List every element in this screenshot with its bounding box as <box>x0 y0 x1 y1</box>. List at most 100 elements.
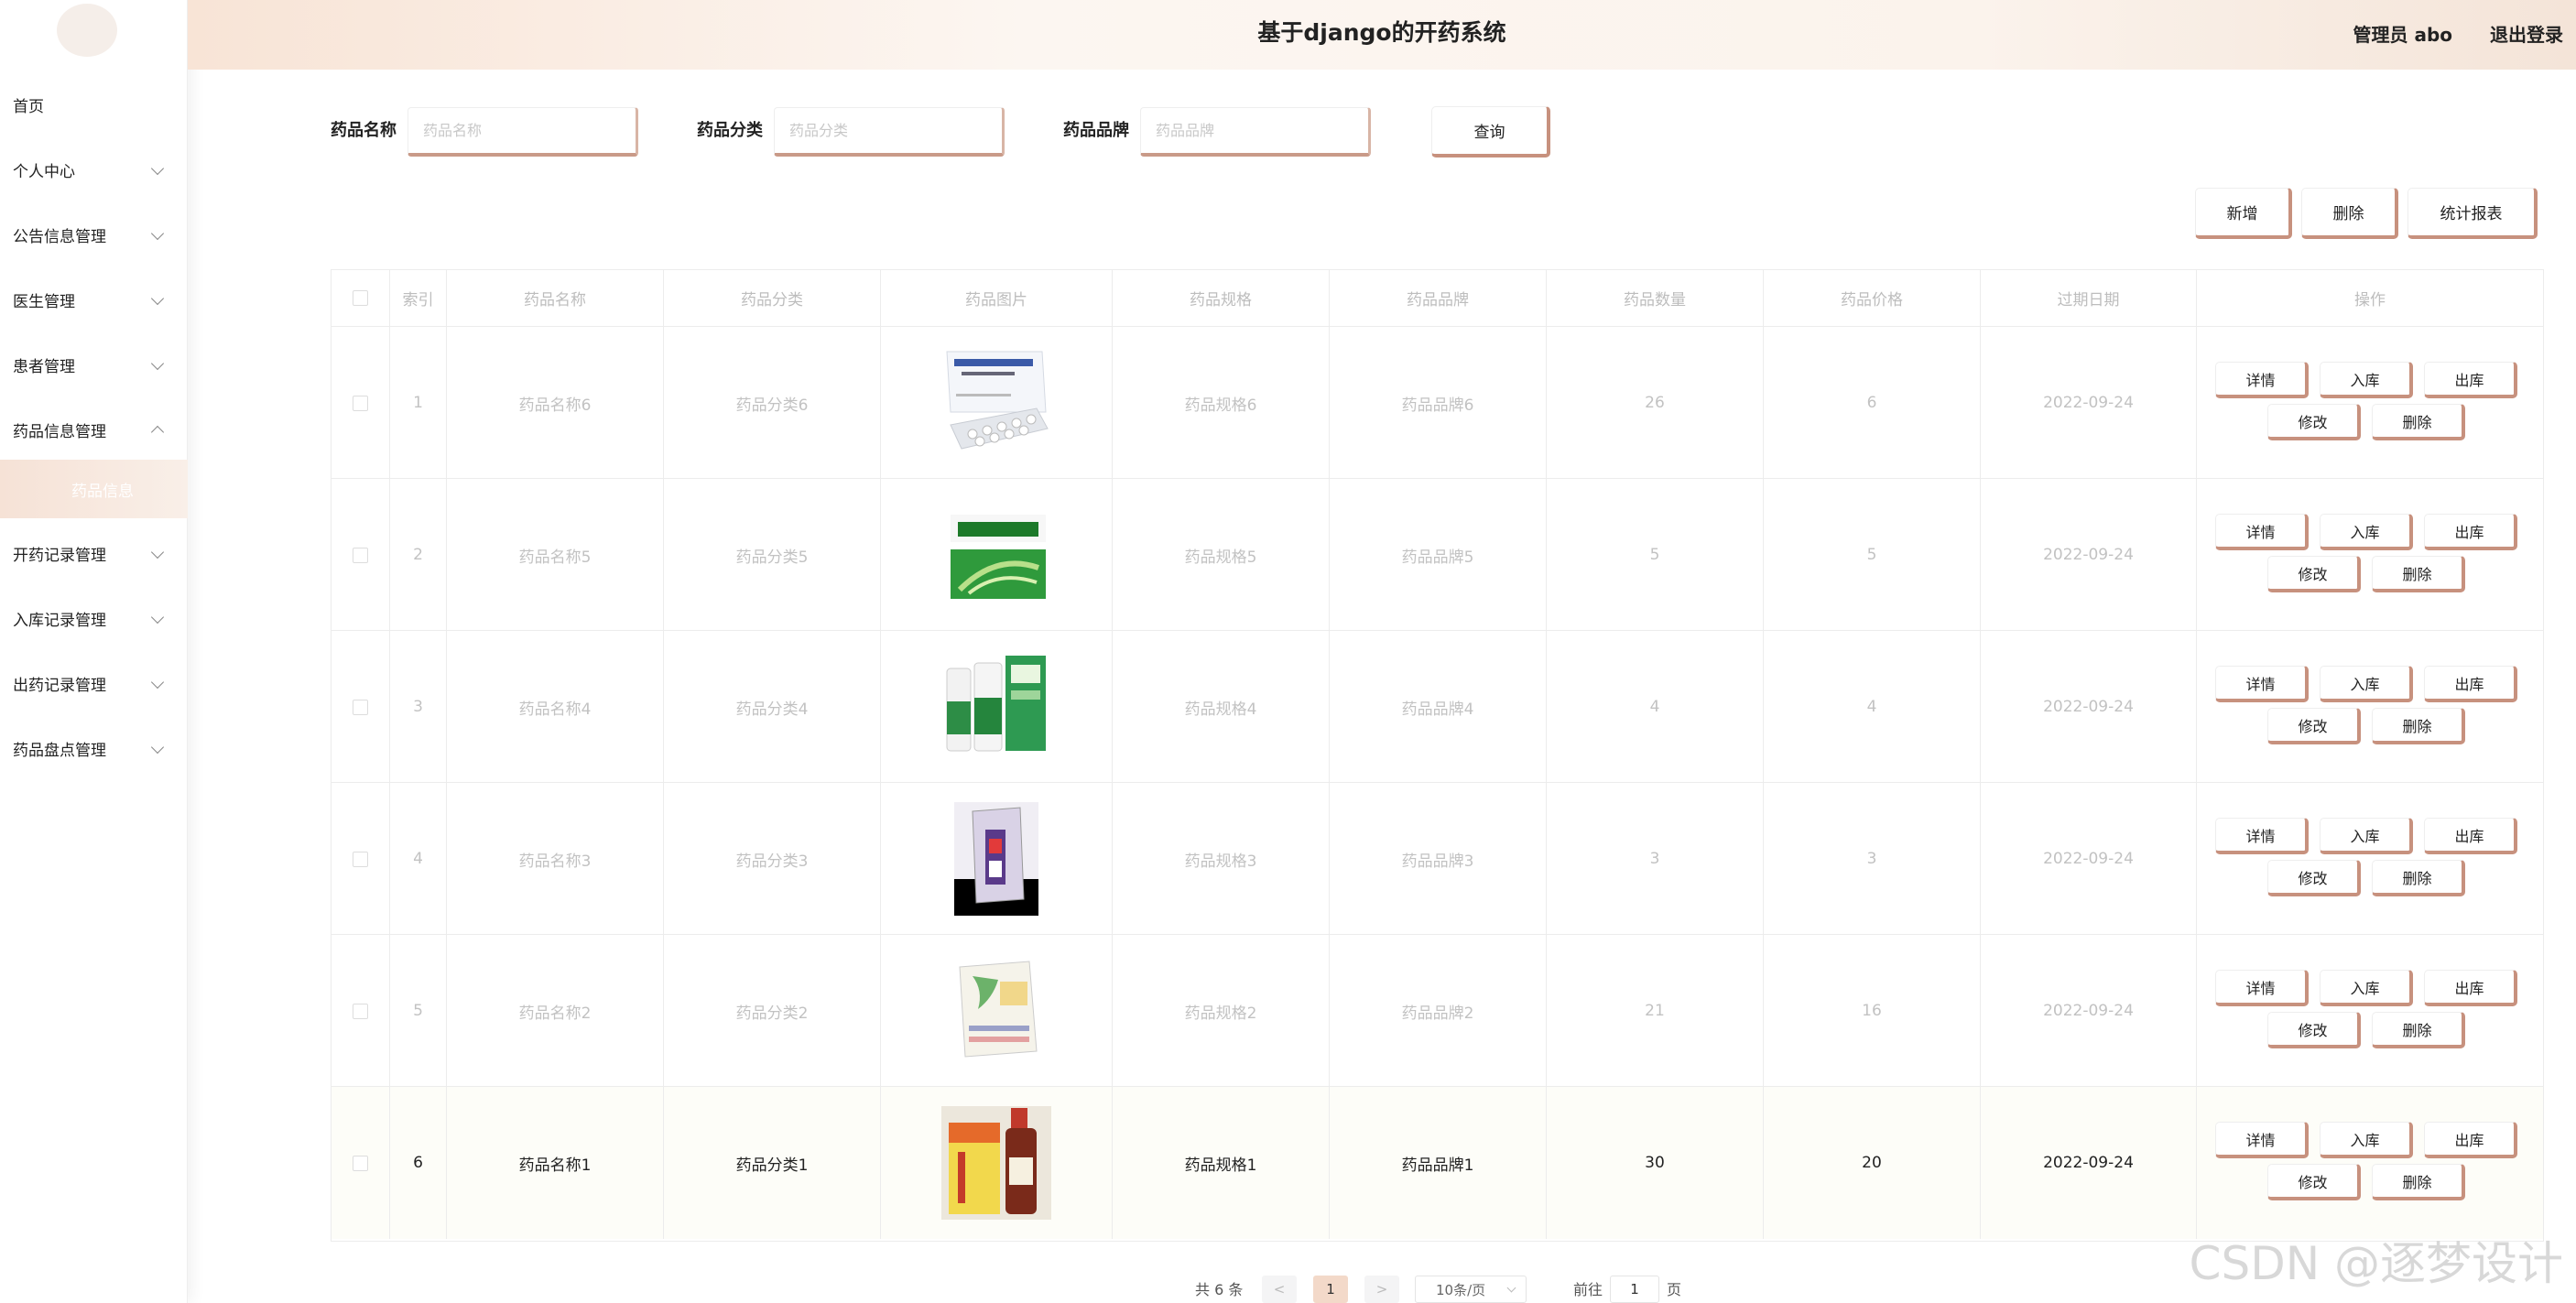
select-all-checkbox[interactable] <box>353 290 368 306</box>
stock-out-button[interactable]: 出库 <box>2424 514 2517 550</box>
sidebar-item-dispense[interactable]: 出药记录管理 <box>0 656 188 711</box>
page-number-current[interactable]: 1 <box>1313 1276 1348 1303</box>
sidebar-item-label: 首页 <box>13 97 44 116</box>
cell-image <box>881 479 1113 631</box>
column-header: 药品价格 <box>1764 270 1981 327</box>
stock-out-button[interactable]: 出库 <box>2424 818 2517 854</box>
add-button[interactable]: 新增 <box>2195 188 2292 239</box>
delete-row-button[interactable]: 删除 <box>2372 556 2465 592</box>
cell-name: 药品名称5 <box>447 479 664 631</box>
table-row: 5 药品名称2 药品分类2 药品规格2 药品品牌2 21 16 2022-09-… <box>332 935 2543 1087</box>
sidebar-item-prescription[interactable]: 开药记录管理 <box>0 526 188 581</box>
cell-actions: 详情 入库 出库 修改 删除 <box>2197 479 2543 631</box>
detail-button[interactable]: 详情 <box>2215 818 2309 854</box>
sidebar-item-home[interactable]: 首页 <box>0 77 188 132</box>
goto-page-input[interactable]: 1 <box>1610 1276 1659 1303</box>
cell-name: 药品名称1 <box>447 1087 664 1239</box>
table-row: 3 药品名称4 药品分类4 药品规格4 药品品牌4 4 4 2022-09-24… <box>332 631 2543 783</box>
sidebar-subitem-medicine-info[interactable]: 药品信息 <box>0 460 188 518</box>
edit-button[interactable]: 修改 <box>2267 1012 2361 1048</box>
delete-button[interactable]: 删除 <box>2301 188 2398 239</box>
header: 基于django的开药系统 管理员 abo 退出登录 <box>188 0 2576 70</box>
delete-row-button[interactable]: 删除 <box>2372 1164 2465 1200</box>
column-header: 索引 <box>390 270 447 327</box>
sidebar-item-label: 入库记录管理 <box>13 611 106 630</box>
medicine-image[interactable] <box>941 954 1051 1068</box>
row-checkbox[interactable] <box>353 1003 368 1019</box>
column-header: 药品品牌 <box>1330 270 1547 327</box>
sidebar-item-personal[interactable]: 个人中心 <box>0 142 188 197</box>
delete-row-button[interactable]: 删除 <box>2372 1012 2465 1048</box>
sidebar-item-label: 个人中心 <box>13 162 75 181</box>
sidebar-item-label: 患者管理 <box>13 357 75 376</box>
sidebar-item-doctor[interactable]: 医生管理 <box>0 272 188 327</box>
edit-button[interactable]: 修改 <box>2267 708 2361 744</box>
cell-expiry: 2022-09-24 <box>1981 327 2197 479</box>
cell-spec: 药品规格6 <box>1113 327 1330 479</box>
avatar[interactable] <box>57 4 117 57</box>
detail-button[interactable]: 详情 <box>2215 514 2309 550</box>
detail-button[interactable]: 详情 <box>2215 970 2309 1006</box>
brand-search-input[interactable] <box>1140 107 1371 157</box>
prev-page-button[interactable]: < <box>1262 1276 1297 1303</box>
edit-button[interactable]: 修改 <box>2267 404 2361 440</box>
name-search-input[interactable] <box>408 107 638 157</box>
stock-in-button[interactable]: 入库 <box>2320 818 2413 854</box>
cell-spec: 药品规格4 <box>1113 631 1330 783</box>
column-header: 药品图片 <box>881 270 1113 327</box>
stock-in-button[interactable]: 入库 <box>2320 970 2413 1006</box>
category-search-label: 药品分类 <box>697 121 763 140</box>
sidebar-item-inventory[interactable]: 药品盘点管理 <box>0 721 188 776</box>
detail-button[interactable]: 详情 <box>2215 1122 2309 1158</box>
sidebar: 首页 个人中心 公告信息管理 医生管理 患者管理 药品信息管理 药品信息 开药记… <box>0 0 188 1303</box>
medicine-image[interactable] <box>941 650 1051 764</box>
edit-button[interactable]: 修改 <box>2267 860 2361 896</box>
stock-in-button[interactable]: 入库 <box>2320 362 2413 398</box>
row-checkbox[interactable] <box>353 547 368 563</box>
cell-brand: 药品品牌2 <box>1330 935 1547 1087</box>
row-checkbox[interactable] <box>353 395 368 411</box>
medicine-image[interactable] <box>941 802 1051 916</box>
row-select-cell <box>332 783 390 935</box>
table-row: 6 药品名称1 药品分类1 药品规格1 药品品牌1 30 20 2022-09-… <box>332 1087 2543 1239</box>
page-size-value: 10条/页 <box>1436 1281 1486 1298</box>
row-checkbox[interactable] <box>353 699 368 715</box>
detail-button[interactable]: 详情 <box>2215 666 2309 702</box>
stock-in-button[interactable]: 入库 <box>2320 514 2413 550</box>
medicine-image[interactable] <box>941 346 1051 460</box>
column-header: 过期日期 <box>1981 270 2197 327</box>
page-size-select[interactable]: 10条/页 <box>1415 1276 1527 1303</box>
cell-category: 药品分类3 <box>664 783 881 935</box>
stock-in-button[interactable]: 入库 <box>2320 1122 2413 1158</box>
detail-button[interactable]: 详情 <box>2215 362 2309 398</box>
cell-brand: 药品品牌1 <box>1330 1087 1547 1239</box>
row-select-cell <box>332 327 390 479</box>
delete-row-button[interactable]: 删除 <box>2372 860 2465 896</box>
cell-image <box>881 783 1113 935</box>
medicine-image[interactable] <box>941 498 1051 612</box>
sidebar-item-medicine-info[interactable]: 药品信息管理 <box>0 402 188 457</box>
stock-out-button[interactable]: 出库 <box>2424 1122 2517 1158</box>
delete-row-button[interactable]: 删除 <box>2372 404 2465 440</box>
column-header: 药品规格 <box>1113 270 1330 327</box>
stock-out-button[interactable]: 出库 <box>2424 362 2517 398</box>
stock-in-button[interactable]: 入库 <box>2320 666 2413 702</box>
delete-row-button[interactable]: 删除 <box>2372 708 2465 744</box>
next-page-button[interactable]: > <box>1364 1276 1399 1303</box>
row-checkbox[interactable] <box>353 851 368 867</box>
medicine-image[interactable] <box>941 1106 1051 1220</box>
stock-out-button[interactable]: 出库 <box>2424 970 2517 1006</box>
sidebar-item-stock-in[interactable]: 入库记录管理 <box>0 591 188 646</box>
query-button[interactable]: 查询 <box>1431 106 1550 157</box>
logout-link[interactable]: 退出登录 <box>2490 20 2563 47</box>
row-checkbox[interactable] <box>353 1155 368 1171</box>
sidebar-item-patient[interactable]: 患者管理 <box>0 337 188 392</box>
cell-price: 5 <box>1764 479 1981 631</box>
edit-button[interactable]: 修改 <box>2267 556 2361 592</box>
sidebar-item-notice[interactable]: 公告信息管理 <box>0 207 188 262</box>
edit-button[interactable]: 修改 <box>2267 1164 2361 1200</box>
category-search-input[interactable] <box>774 107 1005 157</box>
stock-out-button[interactable]: 出库 <box>2424 666 2517 702</box>
cell-quantity: 5 <box>1547 479 1764 631</box>
report-button[interactable]: 统计报表 <box>2408 188 2538 239</box>
